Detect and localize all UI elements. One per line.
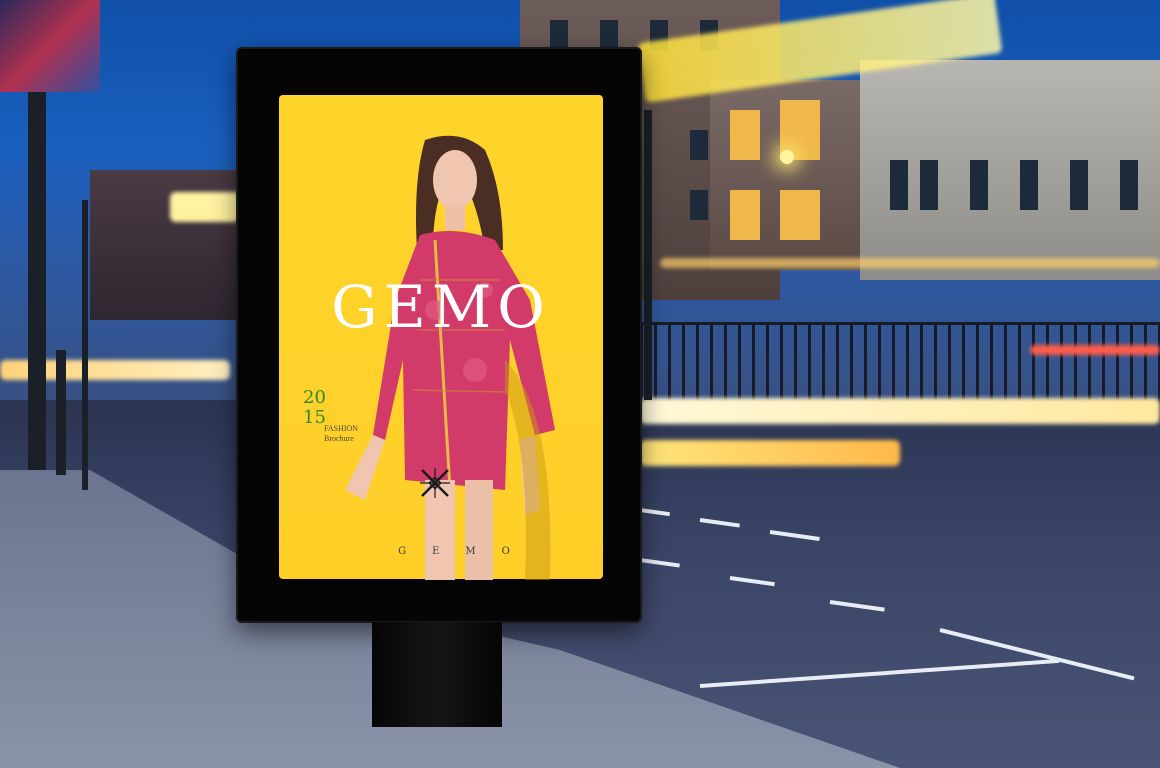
street-pole [644, 110, 652, 400]
poster-year-line2: 15 [303, 407, 326, 428]
street-scene: GEMO 20 15 FASHION Brochure GEMO [0, 0, 1160, 768]
parking-meter [56, 350, 66, 475]
poster-brand-title: GEMO [331, 273, 551, 341]
pale-building [860, 60, 1160, 280]
poster-year: 20 15 [303, 388, 326, 428]
light-streak [640, 398, 1160, 424]
light-streak [1030, 345, 1160, 355]
crossed-pattern-emblem-icon [420, 468, 450, 498]
poster-tag-brochure: Brochure [324, 434, 354, 443]
poster-footer-logo: GEMO [398, 546, 536, 557]
lit-building [710, 80, 880, 270]
light-streak [170, 192, 240, 222]
model-figure [345, 135, 555, 580]
light-streak [660, 258, 1160, 268]
light-streak [640, 440, 900, 466]
poster-year-line1: 20 [303, 387, 326, 408]
poster-tag-fashion: FASHION [324, 424, 359, 433]
street-pole [82, 200, 88, 490]
traffic-sign [0, 0, 100, 92]
street-lamp [780, 150, 794, 164]
billboard-post [372, 622, 502, 727]
